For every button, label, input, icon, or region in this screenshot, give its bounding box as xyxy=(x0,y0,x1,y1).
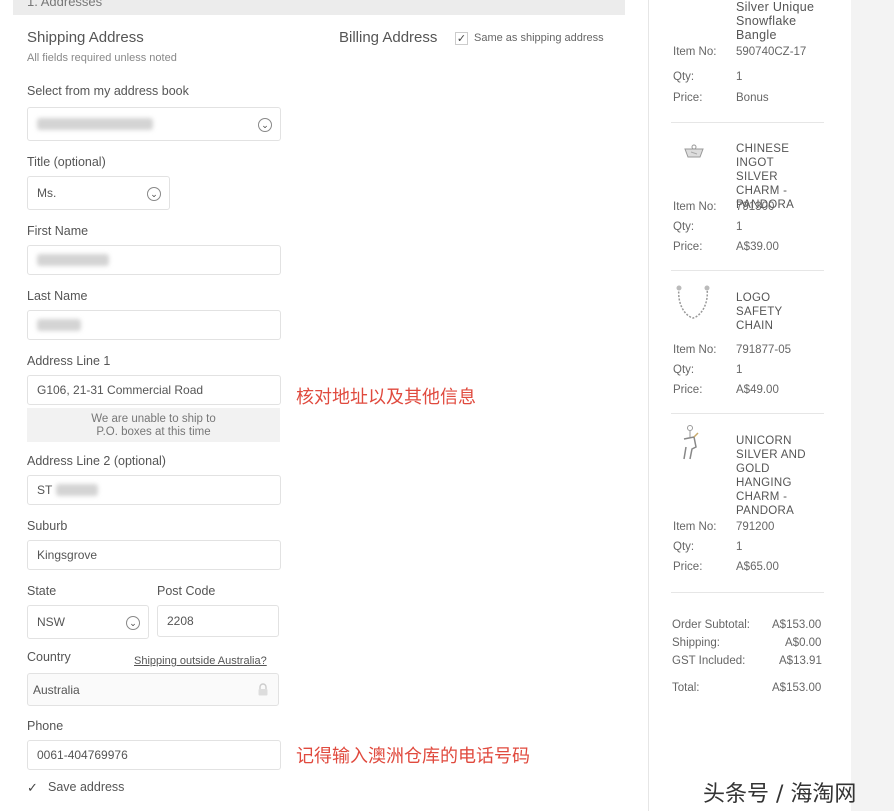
qty-label: Qty: xyxy=(673,541,695,553)
redacted-value xyxy=(37,254,109,266)
section-title: 1. Addresses xyxy=(27,0,103,9)
item-no-label: Item No: xyxy=(673,344,717,356)
suburb-field[interactable]: Kingsgrove xyxy=(27,540,281,570)
phone-value: 0061-404769976 xyxy=(37,748,128,762)
item-no-value: 791877-05 xyxy=(736,344,791,356)
first-name-label: First Name xyxy=(27,224,89,238)
chevron-down-icon: ⌄ xyxy=(126,616,140,630)
qty-label: Qty: xyxy=(673,71,695,83)
lock-icon xyxy=(258,683,268,696)
address1-value: G106, 21-31 Commercial Road xyxy=(37,383,204,397)
address2-field[interactable]: ST xyxy=(27,475,281,505)
billing-heading: Billing Address xyxy=(339,29,438,46)
title-select[interactable]: Ms. ⌄ xyxy=(27,176,170,210)
subtotal-value: A$153.00 xyxy=(772,619,822,631)
price-label: Price: xyxy=(673,561,703,573)
cart-item-name: Silver Unique Snowflake Bangle xyxy=(736,0,815,42)
same-as-shipping-checkbox[interactable]: ✓ xyxy=(455,32,468,45)
postcode-value: 2208 xyxy=(167,614,194,628)
address2-label: Address Line 2 (optional) xyxy=(27,454,166,468)
item-no-value: 791300 xyxy=(736,201,775,213)
watermark: 头条号 / 海淘网 xyxy=(703,782,857,807)
chevron-down-icon: ⌄ xyxy=(147,187,161,201)
redacted-value xyxy=(37,319,81,331)
item-divider xyxy=(671,122,824,123)
annotation-check-address: 核对地址以及其他信息 xyxy=(296,387,476,408)
subtotal-label: Order Subtotal: xyxy=(672,619,750,631)
price-value: A$39.00 xyxy=(736,241,779,253)
qty-label: Qty: xyxy=(673,221,695,233)
address-book-label: Select from my address book xyxy=(27,84,189,98)
shipping-outside-link[interactable]: Shipping outside Australia? xyxy=(134,655,267,667)
price-value: A$49.00 xyxy=(736,384,779,396)
redacted-value xyxy=(37,118,153,130)
country-value: Australia xyxy=(33,682,80,697)
item-divider xyxy=(671,413,824,414)
country-field: Australia xyxy=(27,673,279,706)
gst-label: GST Included: xyxy=(672,655,746,667)
page-gutter xyxy=(851,0,894,811)
state-select[interactable]: NSW ⌄ xyxy=(27,605,149,639)
price-value: Bonus xyxy=(736,92,769,104)
shipping-heading: Shipping Address xyxy=(27,29,144,46)
save-address-label: Save address xyxy=(48,780,125,794)
section-header: 1. Addresses xyxy=(13,0,625,15)
required-note: All fields required unless noted xyxy=(27,52,177,64)
postcode-field[interactable]: 2208 xyxy=(157,605,279,637)
qty-value: 1 xyxy=(736,71,743,83)
state-label: State xyxy=(27,584,57,598)
redacted-value xyxy=(56,484,99,496)
price-label: Price: xyxy=(673,241,703,253)
gst-value: A$13.91 xyxy=(779,655,822,667)
country-label: Country xyxy=(27,650,71,664)
po-box-note-line1: We are unable to ship to xyxy=(91,413,216,425)
last-name-field[interactable] xyxy=(27,310,281,340)
total-label: Total: xyxy=(672,682,700,694)
address2-value: ST xyxy=(37,483,53,497)
po-box-note-line2: P.O. boxes at this time xyxy=(96,426,211,438)
chevron-down-icon: ⌄ xyxy=(258,118,272,132)
product-image xyxy=(678,425,702,465)
first-name-field[interactable] xyxy=(27,245,281,275)
item-no-value: 791200 xyxy=(736,521,775,533)
item-no-label: Item No: xyxy=(673,201,717,213)
shipping-label: Shipping: xyxy=(672,637,720,649)
po-box-note: We are unable to ship to P.O. boxes at t… xyxy=(27,408,280,442)
qty-value: 1 xyxy=(736,221,743,233)
address1-field[interactable]: G106, 21-31 Commercial Road xyxy=(27,375,281,405)
cart-item-name: UNICORN SILVER AND GOLD HANGING CHARM - … xyxy=(736,435,806,517)
postcode-label: Post Code xyxy=(157,584,216,598)
price-label: Price: xyxy=(673,92,703,104)
same-as-shipping-label: Same as shipping address xyxy=(474,32,604,44)
address-book-select[interactable]: ⌄ xyxy=(27,107,281,141)
shipping-value: A$0.00 xyxy=(785,637,822,649)
state-value: NSW xyxy=(37,615,65,629)
cart-item-name: LOGO SAFETY CHAIN xyxy=(736,292,783,332)
phone-field[interactable]: 0061-404769976 xyxy=(27,740,281,770)
annotation-remember-phone: 记得输入澳洲仓库的电话号码 xyxy=(296,746,530,767)
title-value: Ms. xyxy=(37,186,57,200)
qty-value: 1 xyxy=(736,364,743,376)
last-name-label: Last Name xyxy=(27,289,88,303)
phone-label: Phone xyxy=(27,719,64,733)
qty-value: 1 xyxy=(736,541,743,553)
item-no-value: 590740CZ-17 xyxy=(736,46,807,58)
title-label: Title (optional) xyxy=(27,155,106,169)
item-divider xyxy=(671,270,824,271)
total-value: A$153.00 xyxy=(772,682,822,694)
price-label: Price: xyxy=(673,384,703,396)
product-image xyxy=(681,140,707,166)
price-value: A$65.00 xyxy=(736,561,779,573)
item-no-label: Item No: xyxy=(673,521,717,533)
qty-label: Qty: xyxy=(673,364,695,376)
item-divider xyxy=(671,592,824,593)
suburb-value: Kingsgrove xyxy=(37,548,98,562)
suburb-label: Suburb xyxy=(27,519,68,533)
check-icon: ✓ xyxy=(27,780,38,795)
address1-label: Address Line 1 xyxy=(27,354,111,368)
product-image xyxy=(673,282,713,322)
check-icon: ✓ xyxy=(456,33,467,45)
save-address-checkbox[interactable]: ✓ xyxy=(27,780,38,796)
item-no-label: Item No: xyxy=(673,46,717,58)
